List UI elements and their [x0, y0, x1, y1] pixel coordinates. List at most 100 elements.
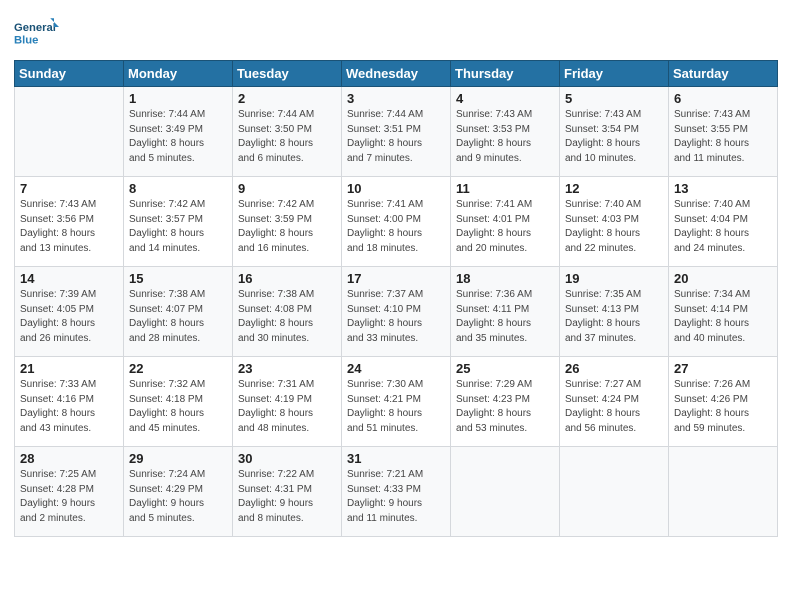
day-number: 15: [129, 271, 227, 286]
day-number: 20: [674, 271, 772, 286]
day-cell: 9 Sunrise: 7:42 AMSunset: 3:59 PMDaylight…: [233, 177, 342, 267]
day-number: 25: [456, 361, 554, 376]
day-cell: 13 Sunrise: 7:40 AMSunset: 4:04 PMDayligh…: [669, 177, 778, 267]
day-info: Sunrise: 7:42 AMSunset: 3:59 PMDaylight:…: [238, 198, 336, 256]
day-number: 30: [238, 451, 336, 466]
day-cell: 4 Sunrise: 7:43 AMSunset: 3:53 PMDaylight…: [451, 87, 560, 177]
day-number: 28: [20, 451, 118, 466]
week-row-4: 21 Sunrise: 7:33 AMSunset: 4:16 PMDayligh…: [15, 357, 778, 447]
day-cell: 30 Sunrise: 7:22 AMSunset: 4:31 PMDayligh…: [233, 447, 342, 537]
day-info: Sunrise: 7:39 AMSunset: 4:05 PMDaylight:…: [20, 288, 118, 346]
day-cell: 23 Sunrise: 7:31 AMSunset: 4:19 PMDayligh…: [233, 357, 342, 447]
day-number: 26: [565, 361, 663, 376]
day-cell: 11 Sunrise: 7:41 AMSunset: 4:01 PMDayligh…: [451, 177, 560, 267]
day-cell: 24Sunrise: 7:30 AMSunset: 4:21 PMDayligh…: [342, 357, 451, 447]
day-cell: 21 Sunrise: 7:33 AMSunset: 4:16 PMDayligh…: [15, 357, 124, 447]
week-row-2: 7 Sunrise: 7:43 AMSunset: 3:56 PMDaylight…: [15, 177, 778, 267]
logo-svg: General Blue: [14, 10, 64, 54]
header-cell-friday: Friday: [560, 61, 669, 87]
day-info: Sunrise: 7:43 AMSunset: 3:53 PMDaylight:…: [456, 108, 554, 166]
day-info: Sunrise: 7:29 AMSunset: 4:23 PMDaylight:…: [456, 378, 554, 436]
day-cell: 19 Sunrise: 7:35 AMSunset: 4:13 PMDayligh…: [560, 267, 669, 357]
day-info: Sunrise: 7:38 AMSunset: 4:07 PMDaylight:…: [129, 288, 227, 346]
day-cell: 20 Sunrise: 7:34 AMSunset: 4:14 PMDayligh…: [669, 267, 778, 357]
day-cell: [15, 87, 124, 177]
day-number: 6: [674, 91, 772, 106]
day-info: Sunrise: 7:22 AMSunset: 4:31 PMDaylight:…: [238, 468, 336, 526]
day-cell: 2 Sunrise: 7:44 AMSunset: 3:50 PMDaylight…: [233, 87, 342, 177]
day-number: 19: [565, 271, 663, 286]
day-number: 7: [20, 181, 118, 196]
header-cell-monday: Monday: [124, 61, 233, 87]
day-cell: 31Sunrise: 7:21 AMSunset: 4:33 PMDayligh…: [342, 447, 451, 537]
day-number: 23: [238, 361, 336, 376]
day-cell: 27Sunrise: 7:26 AMSunset: 4:26 PMDayligh…: [669, 357, 778, 447]
day-info: Sunrise: 7:43 AMSunset: 3:54 PMDaylight:…: [565, 108, 663, 166]
day-info: Sunrise: 7:36 AMSunset: 4:11 PMDaylight:…: [456, 288, 554, 346]
day-number: 13: [674, 181, 772, 196]
day-cell: [451, 447, 560, 537]
day-number: 5: [565, 91, 663, 106]
day-number: 9: [238, 181, 336, 196]
day-info: Sunrise: 7:40 AMSunset: 4:03 PMDaylight:…: [565, 198, 663, 256]
day-cell: 17 Sunrise: 7:37 AMSunset: 4:10 PMDayligh…: [342, 267, 451, 357]
day-number: 1: [129, 91, 227, 106]
day-info: Sunrise: 7:32 AMSunset: 4:18 PMDaylight:…: [129, 378, 227, 436]
day-info: Sunrise: 7:26 AMSunset: 4:26 PMDaylight:…: [674, 378, 772, 436]
day-info: Sunrise: 7:44 AMSunset: 3:50 PMDaylight:…: [238, 108, 336, 166]
day-cell: [560, 447, 669, 537]
day-cell: 10 Sunrise: 7:41 AMSunset: 4:00 PMDayligh…: [342, 177, 451, 267]
day-number: 10: [347, 181, 445, 196]
day-info: Sunrise: 7:41 AMSunset: 4:01 PMDaylight:…: [456, 198, 554, 256]
day-number: 14: [20, 271, 118, 286]
day-info: Sunrise: 7:44 AMSunset: 3:49 PMDaylight:…: [129, 108, 227, 166]
day-info: Sunrise: 7:37 AMSunset: 4:10 PMDaylight:…: [347, 288, 445, 346]
svg-text:General: General: [14, 22, 56, 34]
day-info: Sunrise: 7:24 AMSunset: 4:29 PMDaylight:…: [129, 468, 227, 526]
header-cell-sunday: Sunday: [15, 61, 124, 87]
day-cell: 3 Sunrise: 7:44 AMSunset: 3:51 PMDaylight…: [342, 87, 451, 177]
day-cell: 6 Sunrise: 7:43 AMSunset: 3:55 PMDaylight…: [669, 87, 778, 177]
main-container: General Blue SundayMondayTuesdayWednesda…: [0, 0, 792, 547]
header-cell-tuesday: Tuesday: [233, 61, 342, 87]
logo: General Blue: [14, 10, 64, 54]
day-number: 2: [238, 91, 336, 106]
calendar-table: SundayMondayTuesdayWednesdayThursdayFrid…: [14, 60, 778, 537]
day-info: Sunrise: 7:35 AMSunset: 4:13 PMDaylight:…: [565, 288, 663, 346]
day-cell: 7 Sunrise: 7:43 AMSunset: 3:56 PMDaylight…: [15, 177, 124, 267]
day-cell: 16Sunrise: 7:38 AMSunset: 4:08 PMDayligh…: [233, 267, 342, 357]
day-info: Sunrise: 7:33 AMSunset: 4:16 PMDaylight:…: [20, 378, 118, 436]
header-cell-wednesday: Wednesday: [342, 61, 451, 87]
day-number: 3: [347, 91, 445, 106]
header-cell-thursday: Thursday: [451, 61, 560, 87]
day-info: Sunrise: 7:43 AMSunset: 3:55 PMDaylight:…: [674, 108, 772, 166]
day-info: Sunrise: 7:31 AMSunset: 4:19 PMDaylight:…: [238, 378, 336, 436]
day-cell: 14 Sunrise: 7:39 AMSunset: 4:05 PMDayligh…: [15, 267, 124, 357]
week-row-1: 1 Sunrise: 7:44 AMSunset: 3:49 PMDaylight…: [15, 87, 778, 177]
week-row-3: 14 Sunrise: 7:39 AMSunset: 4:05 PMDayligh…: [15, 267, 778, 357]
header: General Blue: [14, 10, 778, 54]
day-info: Sunrise: 7:44 AMSunset: 3:51 PMDaylight:…: [347, 108, 445, 166]
day-info: Sunrise: 7:42 AMSunset: 3:57 PMDaylight:…: [129, 198, 227, 256]
day-info: Sunrise: 7:34 AMSunset: 4:14 PMDaylight:…: [674, 288, 772, 346]
day-cell: [669, 447, 778, 537]
header-cell-saturday: Saturday: [669, 61, 778, 87]
day-cell: 12 Sunrise: 7:40 AMSunset: 4:03 PMDayligh…: [560, 177, 669, 267]
day-number: 21: [20, 361, 118, 376]
day-info: Sunrise: 7:43 AMSunset: 3:56 PMDaylight:…: [20, 198, 118, 256]
day-cell: 5 Sunrise: 7:43 AMSunset: 3:54 PMDaylight…: [560, 87, 669, 177]
day-cell: 26Sunrise: 7:27 AMSunset: 4:24 PMDayligh…: [560, 357, 669, 447]
day-number: 4: [456, 91, 554, 106]
week-row-5: 28 Sunrise: 7:25 AMSunset: 4:28 PMDayligh…: [15, 447, 778, 537]
day-number: 24: [347, 361, 445, 376]
day-cell: 29Sunrise: 7:24 AMSunset: 4:29 PMDayligh…: [124, 447, 233, 537]
day-number: 11: [456, 181, 554, 196]
day-cell: 15 Sunrise: 7:38 AMSunset: 4:07 PMDayligh…: [124, 267, 233, 357]
day-number: 12: [565, 181, 663, 196]
day-number: 17: [347, 271, 445, 286]
day-cell: 18Sunrise: 7:36 AMSunset: 4:11 PMDayligh…: [451, 267, 560, 357]
day-info: Sunrise: 7:25 AMSunset: 4:28 PMDaylight:…: [20, 468, 118, 526]
day-info: Sunrise: 7:40 AMSunset: 4:04 PMDaylight:…: [674, 198, 772, 256]
day-number: 31: [347, 451, 445, 466]
day-info: Sunrise: 7:41 AMSunset: 4:00 PMDaylight:…: [347, 198, 445, 256]
